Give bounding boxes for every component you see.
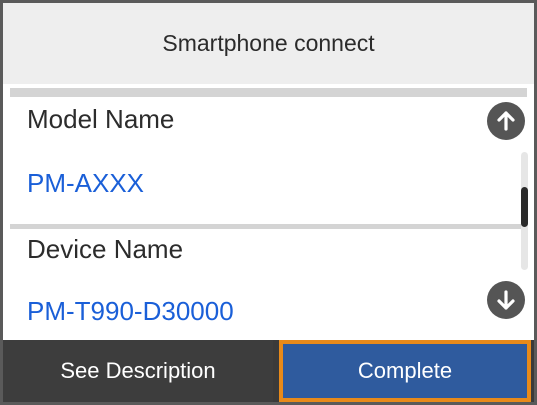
device-name-value-text: PM-T990-D30000 bbox=[27, 295, 234, 326]
scroll-up-button[interactable] bbox=[487, 102, 525, 140]
header-divider bbox=[10, 88, 527, 97]
device-name-label-text: Device Name bbox=[27, 233, 184, 264]
screen-title: Smartphone connect bbox=[162, 30, 375, 56]
complete-label: Complete bbox=[357, 358, 453, 383]
arrow-down-icon bbox=[497, 290, 515, 310]
complete-button[interactable]: Complete bbox=[279, 340, 531, 402]
scrollbar-thumb[interactable] bbox=[521, 187, 528, 227]
model-name-label: Model Name bbox=[27, 98, 497, 140]
model-name-label-text: Model Name bbox=[27, 103, 175, 134]
see-description-label: See Description bbox=[60, 358, 216, 383]
device-name-label: Device Name bbox=[27, 228, 497, 270]
screen-header: Smartphone connect bbox=[3, 3, 534, 84]
model-name-value-text: PM-AXXX bbox=[27, 167, 145, 198]
model-name-value: PM-AXXX bbox=[27, 162, 497, 204]
arrow-up-icon bbox=[497, 111, 515, 131]
see-description-button[interactable]: See Description bbox=[3, 340, 273, 402]
scroll-down-button[interactable] bbox=[487, 281, 525, 319]
device-name-value: PM-T990-D30000 bbox=[27, 290, 497, 332]
